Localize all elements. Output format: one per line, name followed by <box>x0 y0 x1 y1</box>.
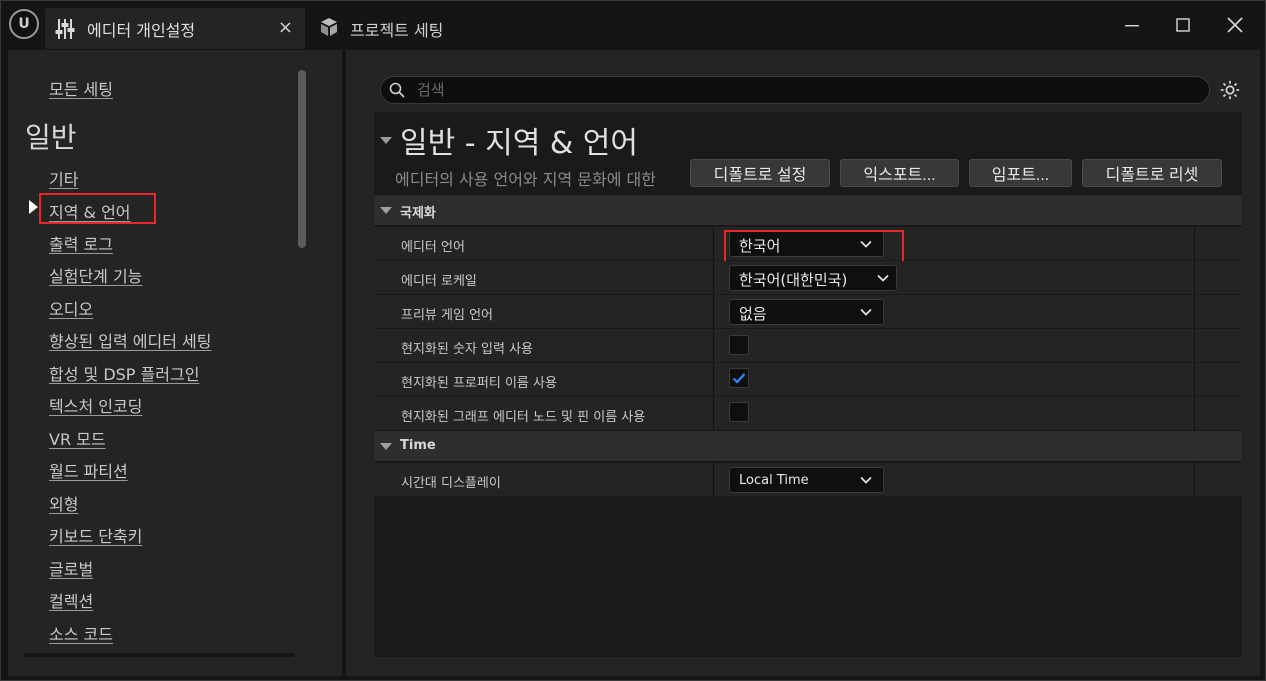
sidebar-item-appearance[interactable]: 외형 <box>49 491 78 515</box>
sliders-icon <box>55 18 75 40</box>
dropdown-value: 없음 <box>739 305 767 323</box>
dropdown-value: Local Time <box>739 473 809 488</box>
sidebar-item-keyboard-shortcuts[interactable]: 키보드 단축키 <box>49 523 142 547</box>
editor-locale-dropdown[interactable]: 한국어(대한민국) <box>729 265 897 291</box>
gear-icon[interactable] <box>1219 79 1241 101</box>
property-label: 현지화된 그래프 에디터 노드 및 핀 이름 사용 <box>401 410 646 425</box>
property-row-localized-property-names: 현지화된 프로퍼티 이름 사용 <box>374 363 1242 397</box>
section-collapse-icon[interactable] <box>380 137 392 144</box>
sidebar-scrollbar[interactable] <box>298 70 306 248</box>
project-settings-icon <box>318 16 340 42</box>
sidebar-item-world-partition[interactable]: 월드 파티션 <box>49 458 128 482</box>
preview-game-language-dropdown[interactable]: 없음 <box>729 299 884 325</box>
sidebar-bottom-edge <box>24 653 294 657</box>
property-label: 프리뷰 게임 언어 <box>401 308 493 323</box>
selected-arrow-icon <box>29 200 38 214</box>
minimize-icon <box>1125 25 1139 27</box>
property-row-localized-graph-node-names: 현지화된 그래프 에디터 노드 및 핀 이름 사용 <box>374 397 1242 431</box>
category-label: Time <box>400 438 436 453</box>
sidebar-item-global[interactable]: 글로벌 <box>49 556 93 580</box>
property-label: 현지화된 숫자 입력 사용 <box>401 342 533 357</box>
tab-project-settings-label: 프로젝트 세팅 <box>350 20 444 40</box>
sidebar-item-region-language[interactable]: 지역 & 언어 <box>49 199 131 223</box>
column-divider[interactable] <box>713 261 714 294</box>
sidebar-item-enhanced-input[interactable]: 향상된 입력 에디터 세팅 <box>49 328 211 352</box>
chevron-down-icon <box>860 476 872 484</box>
column-divider <box>1194 329 1195 362</box>
unreal-logo-icon[interactable]: U <box>9 9 39 39</box>
localized-property-names-checkbox[interactable] <box>729 368 749 388</box>
search-box[interactable] <box>380 76 1210 104</box>
timezone-display-dropdown[interactable]: Local Time <box>729 467 884 493</box>
category-time[interactable]: Time <box>374 430 1242 462</box>
sidebar-item-output-log[interactable]: 출력 로그 <box>49 231 113 255</box>
reset-to-default-button[interactable]: 디폴트로 리셋 <box>1082 159 1222 187</box>
tab-close-icon[interactable]: × <box>278 17 293 39</box>
column-divider <box>1194 227 1195 260</box>
set-as-default-button[interactable]: 디폴트로 설정 <box>690 159 830 187</box>
dropdown-value: 한국어(대한민국) <box>739 271 848 289</box>
tab-editor-preferences-label: 에디터 개인설정 <box>87 20 196 40</box>
sidebar-item-misc[interactable]: 기타 <box>49 166 78 190</box>
editor-language-highlight-box <box>724 230 904 263</box>
settings-sidebar: 모든 세팅 일반 기타 지역 & 언어 출력 로그 실험단계 기능 오디오 향상… <box>8 50 342 676</box>
category-collapse-icon <box>380 207 392 214</box>
maximize-button[interactable] <box>1168 10 1198 40</box>
column-divider[interactable] <box>713 227 714 260</box>
column-divider <box>1194 295 1195 328</box>
sidebar-all-settings[interactable]: 모든 세팅 <box>49 76 113 100</box>
sidebar-heading-general: 일반 <box>25 121 77 154</box>
tab-editor-preferences[interactable]: 에디터 개인설정 × <box>45 8 305 49</box>
sidebar-item-audio[interactable]: 오디오 <box>49 296 93 320</box>
localized-graph-node-names-checkbox[interactable] <box>729 402 749 422</box>
column-divider <box>1194 463 1195 496</box>
import-button[interactable]: 임포트... <box>969 159 1072 187</box>
category-internationalization[interactable]: 국제화 <box>374 194 1242 226</box>
property-label: 현지화된 프로퍼티 이름 사용 <box>401 376 557 391</box>
column-divider[interactable] <box>713 329 714 362</box>
column-divider <box>1194 261 1195 294</box>
sidebar-item-experimental[interactable]: 실험단계 기능 <box>49 263 142 287</box>
column-divider[interactable] <box>713 363 714 396</box>
chevron-down-icon <box>860 308 872 316</box>
property-label: 시간대 디스플레이 <box>401 476 501 491</box>
sidebar-item-vr-mode[interactable]: VR 모드 <box>49 426 106 450</box>
close-window-button[interactable] <box>1220 10 1250 40</box>
sidebar-item-texture-encoding[interactable]: 텍스처 인코딩 <box>49 393 142 417</box>
sidebar-item-collections[interactable]: 컬렉션 <box>49 588 93 612</box>
minimize-button[interactable] <box>1117 10 1147 40</box>
tab-project-settings[interactable]: 프로젝트 세팅 <box>318 8 443 49</box>
column-divider[interactable] <box>713 295 714 328</box>
column-divider[interactable] <box>713 463 714 496</box>
checkmark-icon <box>732 373 746 384</box>
column-divider <box>1194 397 1195 430</box>
property-label: 에디터 로케일 <box>401 274 477 289</box>
localized-numeric-input-checkbox[interactable] <box>729 335 749 355</box>
column-divider[interactable] <box>713 397 714 430</box>
page-title: 일반 - 지역 & 언어 <box>400 126 638 161</box>
search-icon <box>389 82 405 98</box>
search-input[interactable] <box>417 80 1177 100</box>
close-window-icon <box>1227 17 1243 33</box>
category-label: 국제화 <box>400 206 436 221</box>
column-divider <box>1194 363 1195 396</box>
category-collapse-icon <box>380 443 392 450</box>
chevron-down-icon <box>877 274 889 282</box>
property-label: 에디터 언어 <box>401 240 465 255</box>
page-description: 에디터의 사용 언어와 지역 문화에 대한 <box>395 170 656 189</box>
property-row-localized-numeric-input: 현지화된 숫자 입력 사용 <box>374 329 1242 363</box>
maximize-icon <box>1176 18 1190 32</box>
title-bar: U 에디터 개인설정 × 프로젝트 세팅 <box>0 0 1266 56</box>
export-button[interactable]: 익스포트... <box>840 159 959 187</box>
sidebar-item-source-code[interactable]: 소스 코드 <box>49 621 113 645</box>
sidebar-item-synthesis-dsp[interactable]: 합성 및 DSP 플러그인 <box>49 361 199 385</box>
